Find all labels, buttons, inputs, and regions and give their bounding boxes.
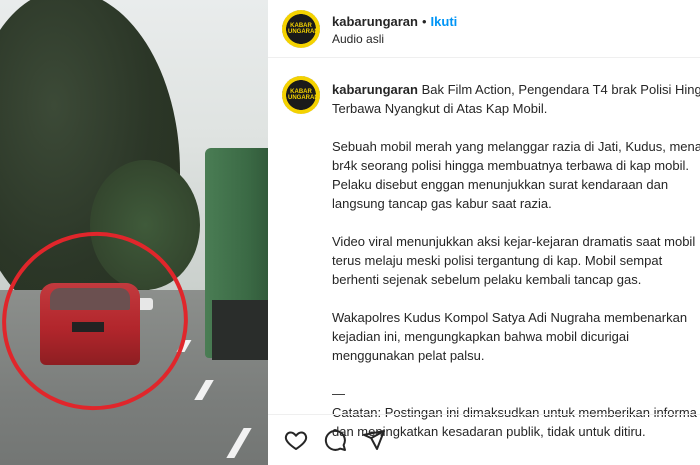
caption-para3-line: Wakapolres Kudus Kompol Satya Adi Nugrah… [332, 310, 688, 325]
caption-username[interactable]: kabarungaran [332, 82, 418, 97]
caption-title-line1: Bak Film Action, Pengendara T4 brak Poli… [417, 82, 700, 97]
caption-para1-line: langsung tancap gas kabur saat razia. [332, 196, 552, 211]
post-header: KABAR UNGARAN kabarungaran • Ikuti Audio a… [268, 0, 700, 58]
action-bar [268, 414, 700, 465]
comment-icon[interactable] [323, 428, 347, 452]
caption-para2-line: Video viral menunjukkan aksi kejar-kejar… [332, 234, 696, 249]
caption-avatar[interactable]: KABAR UNGARAN [282, 76, 320, 114]
caption-para1-line: br4k seorang polisi hingga membuatnya te… [332, 158, 689, 173]
caption: kabarungaran Bak Film Action, Pengendara… [332, 80, 700, 441]
caption-divider: — [332, 386, 345, 401]
follow-button[interactable]: Ikuti [431, 14, 458, 29]
avatar[interactable]: KABAR UNGARAN [282, 10, 320, 48]
caption-para3-line: menggunakan pelat palsu. [332, 348, 485, 363]
post-media[interactable] [0, 0, 268, 465]
caption-para1-line: Sebuah mobil merah yang melanggar razia … [332, 139, 700, 154]
header-username[interactable]: kabarungaran [332, 14, 418, 29]
avatar-logo-text: KABAR UNGARAN [288, 23, 319, 35]
caption-para2-line: berhenti sejenak sebelum pelaku kembali … [332, 272, 642, 287]
audio-label[interactable]: Audio asli [332, 32, 384, 46]
caption-para2-line: terus melaju meski polisi tergantung di … [332, 253, 663, 268]
header-separator: • [421, 14, 427, 29]
caption-para1-line: Pelaku disebut enggan menunjukkan surat … [332, 177, 669, 192]
caption-title-line2: Terbawa Nyangkut di Atas Kap Mobil. [332, 101, 548, 116]
caption-avatar-logo-text: KABAR UNGARAN [288, 89, 319, 101]
caption-para3-line: kejadian ini, mengungkapkan bahwa mobil … [332, 329, 630, 344]
heart-icon[interactable] [284, 428, 308, 452]
header-user-row: kabarungaran • Ikuti [332, 13, 457, 31]
post-panel: KABAR UNGARAN kabarungaran • Ikuti Audio a… [268, 0, 700, 465]
media-truck-wheels [212, 300, 268, 360]
share-icon[interactable] [362, 428, 386, 452]
